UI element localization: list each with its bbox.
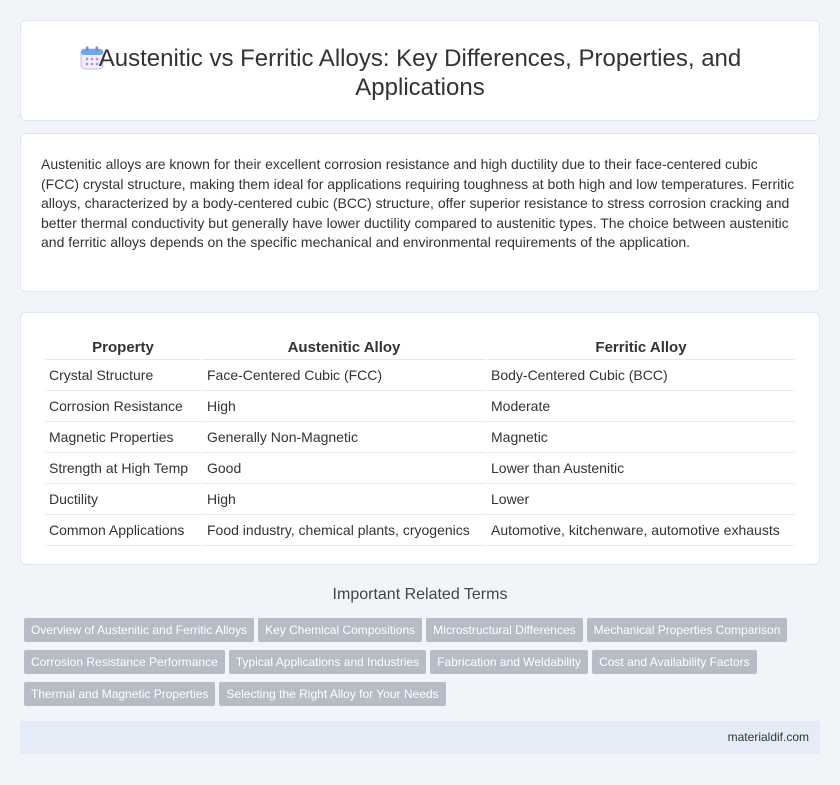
table-cell: Magnetic bbox=[487, 422, 795, 453]
related-term-tag[interactable]: Mechanical Properties Comparison bbox=[586, 618, 788, 642]
table-row: Corrosion Resistance High Moderate bbox=[45, 391, 795, 422]
table-cell: Ductility bbox=[45, 484, 201, 515]
related-term-tag[interactable]: Typical Applications and Industries bbox=[228, 650, 427, 674]
comparison-table-card: Property Austenitic Alloy Ferritic Alloy… bbox=[20, 312, 820, 565]
table-header-row: Property Austenitic Alloy Ferritic Alloy bbox=[45, 333, 795, 360]
footer-bar: materialdif.com bbox=[20, 721, 820, 754]
table-cell: Crystal Structure bbox=[45, 360, 201, 391]
table-row: Crystal Structure Face-Centered Cubic (F… bbox=[45, 360, 795, 391]
table-cell: Common Applications bbox=[45, 515, 201, 546]
related-term-tag[interactable]: Corrosion Resistance Performance bbox=[24, 650, 225, 674]
table-cell: Generally Non-Magnetic bbox=[203, 422, 485, 453]
table-cell: Automotive, kitchenware, automotive exha… bbox=[487, 515, 795, 546]
related-terms-heading: Important Related Terms bbox=[332, 586, 508, 603]
table-row: Ductility High Lower bbox=[45, 484, 795, 515]
related-term-tag[interactable]: Microstructural Differences bbox=[426, 618, 583, 642]
column-header-ferritic: Ferritic Alloy bbox=[487, 333, 795, 360]
intro-card: Austenitic alloys are known for their ex… bbox=[20, 133, 820, 292]
table-cell: Moderate bbox=[487, 391, 795, 422]
table-cell: High bbox=[203, 484, 485, 515]
related-term-tag[interactable]: Fabrication and Weldability bbox=[430, 650, 589, 674]
table-cell: Strength at High Temp bbox=[45, 453, 201, 484]
related-term-tag[interactable]: Key Chemical Compositions bbox=[258, 618, 423, 642]
table-row: Strength at High Temp Good Lower than Au… bbox=[45, 453, 795, 484]
title-card: Austenitic vs Ferritic Alloys: Key Diffe… bbox=[20, 20, 820, 121]
table-cell: Magnetic Properties bbox=[45, 422, 201, 453]
table-cell: Lower than Austenitic bbox=[487, 453, 795, 484]
column-header-property: Property bbox=[45, 333, 201, 360]
table-cell: Good bbox=[203, 453, 485, 484]
column-header-austenitic: Austenitic Alloy bbox=[203, 333, 485, 360]
comparison-table: Property Austenitic Alloy Ferritic Alloy… bbox=[43, 333, 797, 546]
table-cell: Body-Centered Cubic (BCC) bbox=[487, 360, 795, 391]
table-row: Common Applications Food industry, chemi… bbox=[45, 515, 795, 546]
table-cell: Face-Centered Cubic (FCC) bbox=[203, 360, 485, 391]
related-term-tag[interactable]: Overview of Austenitic and Ferritic Allo… bbox=[24, 618, 255, 642]
table-cell: Food industry, chemical plants, cryogeni… bbox=[203, 515, 485, 546]
related-term-tag[interactable]: Cost and Availability Factors bbox=[592, 650, 757, 674]
related-terms-list: Overview of Austenitic and Ferritic Allo… bbox=[24, 618, 824, 714]
related-term-tag[interactable]: Thermal and Magnetic Properties bbox=[24, 682, 216, 706]
footer-site-name[interactable]: materialdif.com bbox=[728, 730, 809, 744]
table-cell: High bbox=[203, 391, 485, 422]
related-term-tag[interactable]: Selecting the Right Alloy for Your Needs bbox=[219, 682, 446, 706]
intro-paragraph: Austenitic alloys are known for their ex… bbox=[41, 156, 795, 250]
page-title: Austenitic vs Ferritic Alloys: Key Diffe… bbox=[98, 45, 742, 101]
table-cell: Lower bbox=[487, 484, 795, 515]
table-row: Magnetic Properties Generally Non-Magnet… bbox=[45, 422, 795, 453]
table-cell: Corrosion Resistance bbox=[45, 391, 201, 422]
